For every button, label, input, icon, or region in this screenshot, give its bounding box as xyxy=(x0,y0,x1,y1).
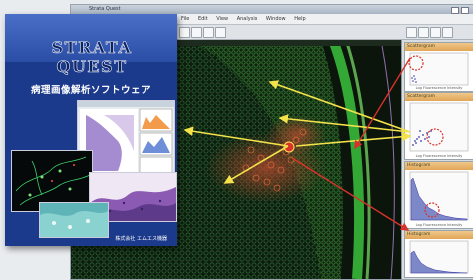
panel-title: Scattergram xyxy=(405,43,473,51)
close-button[interactable] xyxy=(461,7,469,14)
scattergram-panel-2[interactable]: Scattergram Log Fluorescence Intensity xyxy=(404,92,473,160)
menu-file[interactable]: File xyxy=(181,16,189,22)
thumb-teal-image xyxy=(39,202,109,238)
panel-caption: Log Fluorescence Intensity xyxy=(415,86,463,90)
scattergram-plot xyxy=(409,102,469,152)
brochure-footer: 株式会社 エムエス機器 xyxy=(115,236,167,242)
histogram-panel-1[interactable]: Histogram Log Fluorescence Intensity xyxy=(404,161,473,229)
menu-window[interactable]: Window xyxy=(266,16,286,22)
app-window-title: Strata Quest xyxy=(89,6,121,12)
menu-analysis[interactable]: Analysis xyxy=(237,16,258,22)
panel-title: Histogram xyxy=(405,231,473,239)
histogram-plot xyxy=(409,171,469,221)
zoom-tool-icon[interactable] xyxy=(203,27,214,38)
select-tool-icon[interactable] xyxy=(215,27,226,38)
menu-edit[interactable]: Edit xyxy=(198,16,208,22)
open-tool-icon[interactable] xyxy=(179,27,190,38)
scattergram-panel-1[interactable]: Scattergram Log Fluorescence Intensity xyxy=(404,42,473,92)
panel-tool-icon-4[interactable] xyxy=(442,27,453,38)
panel-tool-icon-1[interactable] xyxy=(406,27,417,38)
panel-title: Scattergram xyxy=(405,93,473,101)
brochure-subtitle: 病理画像解析ソフトウェア xyxy=(30,85,151,96)
menu-view[interactable]: View xyxy=(216,16,228,22)
save-tool-icon[interactable] xyxy=(191,27,202,38)
product-brochure: STRATA QUEST 病理画像解析ソフトウェア 株式会社 エムエス機器 xyxy=(5,14,177,246)
panel-title: Histogram xyxy=(405,162,473,170)
scattergram-plot xyxy=(408,52,469,86)
panel-caption: Log Fluorescence Intensity xyxy=(415,154,463,158)
histogram-panel-2[interactable]: Histogram xyxy=(404,230,473,278)
minimize-button[interactable] xyxy=(451,7,459,14)
analysis-side-panels: Scattergram Log Fluorescence Intensity S… xyxy=(401,40,473,279)
histogram-plot xyxy=(409,240,469,274)
panel-tool-icon-3[interactable] xyxy=(430,27,441,38)
app-titlebar: Strata Quest xyxy=(71,5,473,14)
menu-help[interactable]: Help xyxy=(294,16,305,22)
brochure-logo: STRATA QUEST xyxy=(51,38,133,77)
panel-tool-icon-2[interactable] xyxy=(418,27,429,38)
panel-caption: Log Fluorescence Intensity xyxy=(415,223,463,227)
